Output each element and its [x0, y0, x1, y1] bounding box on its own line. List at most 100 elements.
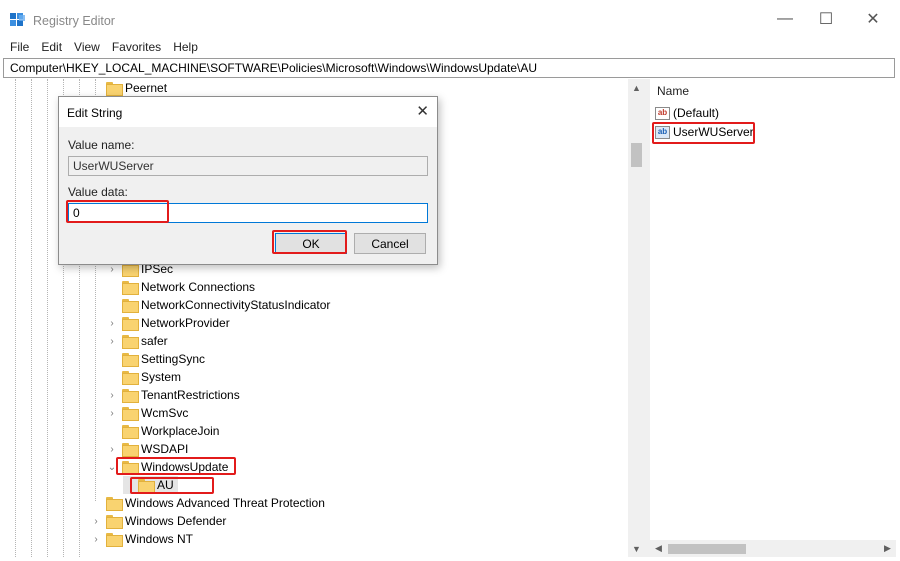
cancel-button[interactable]: Cancel [354, 233, 426, 254]
expander-icon [107, 278, 117, 296]
chevron-right-icon[interactable]: › [91, 512, 101, 530]
scroll-up-arrow-icon[interactable]: ▲ [628, 79, 645, 96]
folder-icon [122, 335, 139, 349]
tree-item-label: System [141, 370, 182, 384]
scrollbar-thumb[interactable] [631, 143, 642, 167]
highlight-value-data [66, 200, 169, 223]
tree-item-tenantrestrictions[interactable]: › TenantRestrictions [107, 386, 240, 404]
maximize-button[interactable]: ☐ [803, 0, 849, 38]
folder-icon [122, 443, 139, 457]
tree-item-label: Windows NT [125, 532, 194, 546]
minimize-button[interactable]: — [762, 0, 808, 38]
folder-icon [106, 82, 123, 96]
folder-icon [122, 389, 139, 403]
scroll-down-arrow-icon[interactable]: ▼ [628, 540, 645, 557]
tree-item-label: safer [141, 334, 168, 348]
highlight-ok-button [272, 230, 347, 254]
value-row-default[interactable]: ab (Default) [655, 104, 719, 122]
close-button[interactable]: ✕ [850, 0, 896, 38]
minimize-icon: — [777, 10, 793, 27]
expander-icon [91, 79, 101, 97]
tree-item-system[interactable]: System [107, 368, 181, 386]
chevron-right-icon[interactable]: › [91, 530, 101, 548]
tree-item-windows-advanced-threat-protection[interactable]: Windows Advanced Threat Protection [91, 494, 325, 512]
expander-icon [107, 296, 117, 314]
folder-icon [106, 533, 123, 547]
folder-icon [122, 299, 139, 313]
tree-item-label: Windows Defender [125, 514, 227, 528]
expander-icon [107, 350, 117, 368]
chevron-right-icon[interactable]: › [107, 386, 117, 404]
value-name-label: Value name: [68, 138, 135, 152]
tree-item-workplacejoin[interactable]: WorkplaceJoin [107, 422, 219, 440]
menu-favorites[interactable]: Favorites [106, 38, 167, 57]
tree-item-label: WorkplaceJoin [141, 424, 220, 438]
tree-guide-line [15, 79, 16, 557]
tree-item-windows-nt[interactable]: › Windows NT [91, 530, 193, 548]
tree-guide-line [47, 79, 48, 557]
tree-item-networkprovider[interactable]: › NetworkProvider [107, 314, 230, 332]
title-bar: Registry Editor — ☐ ✕ [0, 0, 900, 38]
highlight-windowsupdate [116, 457, 236, 475]
expander-icon [107, 368, 117, 386]
values-horizontal-scrollbar[interactable]: ◀ ▶ [650, 540, 896, 557]
tree-item-networkconnectivitystatusindicator[interactable]: NetworkConnectivityStatusIndicator [107, 296, 330, 314]
tree-item-label: TenantRestrictions [141, 388, 240, 402]
scrollbar-thumb[interactable] [668, 544, 746, 554]
window-title: Registry Editor [33, 14, 115, 28]
menu-file[interactable]: File [4, 38, 35, 57]
folder-icon [122, 281, 139, 295]
folder-icon [122, 353, 139, 367]
tree-item-peernet[interactable]: Peernet [91, 79, 167, 97]
folder-icon [122, 425, 139, 439]
values-pane[interactable]: Name ab (Default) ab UserWUServer ◀ ▶ [650, 79, 896, 557]
tree-item-safer[interactable]: › safer [107, 332, 168, 350]
tree-item-label: Peernet [125, 81, 168, 95]
expander-icon [91, 494, 101, 512]
folder-icon [106, 497, 123, 511]
column-header-name[interactable]: Name [657, 84, 689, 98]
chevron-right-icon[interactable]: › [107, 314, 117, 332]
value-name-field: UserWUServer [68, 156, 428, 176]
edit-string-dialog: Edit String ✕ Value name: UserWUServer V… [58, 96, 438, 265]
tree-item-settingsync[interactable]: SettingSync [107, 350, 205, 368]
dialog-title: Edit String [67, 106, 123, 120]
folder-icon [122, 407, 139, 421]
dialog-close-icon[interactable]: ✕ [416, 102, 429, 120]
registry-editor-app-icon [10, 13, 25, 26]
tree-guide-line [31, 79, 32, 557]
folder-icon [122, 371, 139, 385]
tree-item-wsdapi[interactable]: › WSDAPI [107, 440, 188, 458]
tree-item-label: Network Connections [141, 280, 256, 294]
tree-item-network-connections[interactable]: Network Connections [107, 278, 255, 296]
dialog-title-bar: Edit String ✕ [59, 97, 437, 127]
tree-item-label: Windows Advanced Threat Protection [125, 496, 325, 510]
expander-icon [107, 422, 117, 440]
value-data-label: Value data: [68, 185, 128, 199]
menu-edit[interactable]: Edit [35, 38, 68, 57]
highlight-au [130, 477, 214, 494]
address-bar[interactable]: Computer\HKEY_LOCAL_MACHINE\SOFTWARE\Pol… [3, 58, 895, 78]
tree-item-label: WcmSvc [141, 406, 189, 420]
chevron-right-icon[interactable]: › [107, 332, 117, 350]
tree-vertical-scrollbar[interactable]: ▲ ▼ [628, 79, 645, 557]
tree-item-label: WSDAPI [141, 442, 189, 456]
close-icon: ✕ [866, 11, 880, 28]
chevron-right-icon[interactable]: › [107, 440, 117, 458]
menu-help[interactable]: Help [167, 38, 204, 57]
scroll-right-arrow-icon[interactable]: ▶ [879, 540, 896, 557]
scroll-left-arrow-icon[interactable]: ◀ [650, 540, 667, 557]
folder-icon [122, 317, 139, 331]
tree-item-wcmsvc[interactable]: › WcmSvc [107, 404, 188, 422]
menu-view[interactable]: View [68, 38, 106, 57]
string-value-icon: ab [655, 106, 670, 120]
tree-item-label: NetworkConnectivityStatusIndicator [141, 298, 331, 312]
tree-item-label: SettingSync [141, 352, 206, 366]
tree-item-windows-defender[interactable]: › Windows Defender [91, 512, 226, 530]
value-name: (Default) [673, 106, 720, 120]
menu-bar: File Edit View Favorites Help [0, 38, 900, 57]
tree-item-label: NetworkProvider [141, 316, 230, 330]
highlight-userwuserver [652, 122, 755, 144]
folder-icon [106, 515, 123, 529]
chevron-right-icon[interactable]: › [107, 404, 117, 422]
